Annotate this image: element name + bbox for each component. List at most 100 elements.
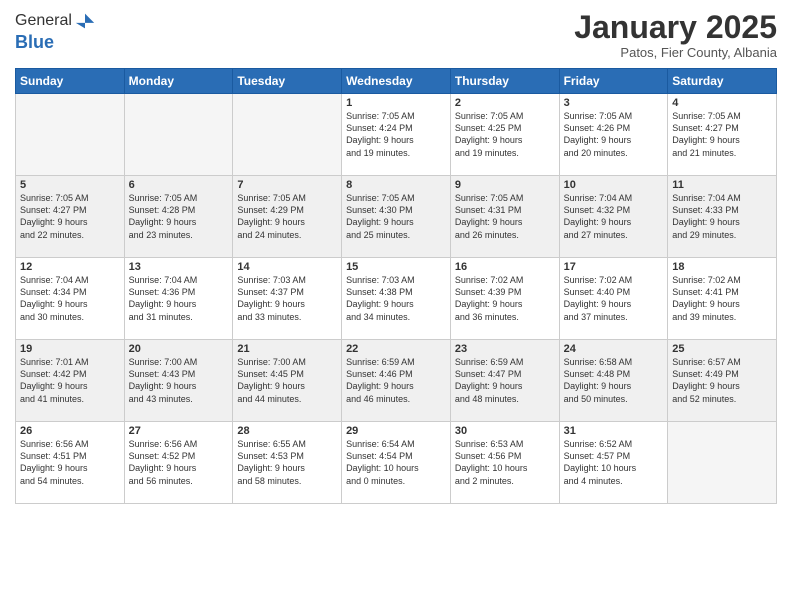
day-number: 22: [346, 343, 446, 355]
day-number: 28: [237, 425, 337, 437]
day-info: Sunrise: 7:05 AM Sunset: 4:27 PM Dayligh…: [20, 192, 120, 241]
day-info: Sunrise: 7:00 AM Sunset: 4:43 PM Dayligh…: [129, 356, 229, 405]
day-number: 31: [564, 425, 664, 437]
calendar-week-row: 19Sunrise: 7:01 AM Sunset: 4:42 PM Dayli…: [16, 340, 777, 422]
day-number: 3: [564, 97, 664, 109]
calendar-cell: 26Sunrise: 6:56 AM Sunset: 4:51 PM Dayli…: [16, 422, 125, 504]
day-info: Sunrise: 7:00 AM Sunset: 4:45 PM Dayligh…: [237, 356, 337, 405]
calendar-cell: 24Sunrise: 6:58 AM Sunset: 4:48 PM Dayli…: [559, 340, 668, 422]
day-number: 16: [455, 261, 555, 273]
logo: General Blue: [15, 10, 96, 53]
calendar-cell: 31Sunrise: 6:52 AM Sunset: 4:57 PM Dayli…: [559, 422, 668, 504]
calendar-cell: 21Sunrise: 7:00 AM Sunset: 4:45 PM Dayli…: [233, 340, 342, 422]
calendar-week-row: 1Sunrise: 7:05 AM Sunset: 4:24 PM Daylig…: [16, 94, 777, 176]
day-number: 26: [20, 425, 120, 437]
calendar-cell: 9Sunrise: 7:05 AM Sunset: 4:31 PM Daylig…: [450, 176, 559, 258]
calendar-week-row: 12Sunrise: 7:04 AM Sunset: 4:34 PM Dayli…: [16, 258, 777, 340]
calendar-cell: 4Sunrise: 7:05 AM Sunset: 4:27 PM Daylig…: [668, 94, 777, 176]
day-number: 23: [455, 343, 555, 355]
calendar-cell: [668, 422, 777, 504]
day-info: Sunrise: 6:53 AM Sunset: 4:56 PM Dayligh…: [455, 438, 555, 487]
calendar-page: General Blue January 2025 Patos, Fier Co…: [0, 0, 792, 612]
calendar-cell: 22Sunrise: 6:59 AM Sunset: 4:46 PM Dayli…: [342, 340, 451, 422]
day-number: 10: [564, 179, 664, 191]
header-tuesday: Tuesday: [233, 69, 342, 94]
day-number: 30: [455, 425, 555, 437]
calendar-cell: 23Sunrise: 6:59 AM Sunset: 4:47 PM Dayli…: [450, 340, 559, 422]
day-info: Sunrise: 6:56 AM Sunset: 4:51 PM Dayligh…: [20, 438, 120, 487]
day-info: Sunrise: 6:57 AM Sunset: 4:49 PM Dayligh…: [672, 356, 772, 405]
day-number: 13: [129, 261, 229, 273]
calendar-cell: 14Sunrise: 7:03 AM Sunset: 4:37 PM Dayli…: [233, 258, 342, 340]
header-thursday: Thursday: [450, 69, 559, 94]
calendar-cell: 25Sunrise: 6:57 AM Sunset: 4:49 PM Dayli…: [668, 340, 777, 422]
day-info: Sunrise: 6:52 AM Sunset: 4:57 PM Dayligh…: [564, 438, 664, 487]
day-info: Sunrise: 6:58 AM Sunset: 4:48 PM Dayligh…: [564, 356, 664, 405]
calendar-cell: 17Sunrise: 7:02 AM Sunset: 4:40 PM Dayli…: [559, 258, 668, 340]
calendar-cell: 11Sunrise: 7:04 AM Sunset: 4:33 PM Dayli…: [668, 176, 777, 258]
calendar-cell: 3Sunrise: 7:05 AM Sunset: 4:26 PM Daylig…: [559, 94, 668, 176]
day-number: 15: [346, 261, 446, 273]
calendar-cell: 28Sunrise: 6:55 AM Sunset: 4:53 PM Dayli…: [233, 422, 342, 504]
day-info: Sunrise: 7:01 AM Sunset: 4:42 PM Dayligh…: [20, 356, 120, 405]
header-saturday: Saturday: [668, 69, 777, 94]
day-info: Sunrise: 7:05 AM Sunset: 4:24 PM Dayligh…: [346, 110, 446, 159]
day-number: 24: [564, 343, 664, 355]
day-info: Sunrise: 7:03 AM Sunset: 4:37 PM Dayligh…: [237, 274, 337, 323]
calendar-cell: 30Sunrise: 6:53 AM Sunset: 4:56 PM Dayli…: [450, 422, 559, 504]
day-number: 8: [346, 179, 446, 191]
day-info: Sunrise: 7:04 AM Sunset: 4:34 PM Dayligh…: [20, 274, 120, 323]
day-info: Sunrise: 7:04 AM Sunset: 4:36 PM Dayligh…: [129, 274, 229, 323]
day-number: 18: [672, 261, 772, 273]
day-info: Sunrise: 7:05 AM Sunset: 4:29 PM Dayligh…: [237, 192, 337, 241]
calendar-cell: 15Sunrise: 7:03 AM Sunset: 4:38 PM Dayli…: [342, 258, 451, 340]
day-number: 12: [20, 261, 120, 273]
day-number: 25: [672, 343, 772, 355]
calendar-cell: [124, 94, 233, 176]
calendar-week-row: 5Sunrise: 7:05 AM Sunset: 4:27 PM Daylig…: [16, 176, 777, 258]
day-number: 6: [129, 179, 229, 191]
day-number: 4: [672, 97, 772, 109]
calendar-cell: 5Sunrise: 7:05 AM Sunset: 4:27 PM Daylig…: [16, 176, 125, 258]
day-number: 20: [129, 343, 229, 355]
header-wednesday: Wednesday: [342, 69, 451, 94]
day-number: 14: [237, 261, 337, 273]
calendar-cell: 16Sunrise: 7:02 AM Sunset: 4:39 PM Dayli…: [450, 258, 559, 340]
day-info: Sunrise: 7:03 AM Sunset: 4:38 PM Dayligh…: [346, 274, 446, 323]
calendar-cell: [16, 94, 125, 176]
day-info: Sunrise: 7:02 AM Sunset: 4:40 PM Dayligh…: [564, 274, 664, 323]
day-info: Sunrise: 6:59 AM Sunset: 4:46 PM Dayligh…: [346, 356, 446, 405]
day-number: 7: [237, 179, 337, 191]
header-sunday: Sunday: [16, 69, 125, 94]
logo-general-text: General: [15, 12, 72, 30]
location-subtitle: Patos, Fier County, Albania: [574, 45, 777, 60]
day-info: Sunrise: 6:54 AM Sunset: 4:54 PM Dayligh…: [346, 438, 446, 487]
logo-blue-text: Blue: [15, 32, 54, 53]
day-info: Sunrise: 7:02 AM Sunset: 4:41 PM Dayligh…: [672, 274, 772, 323]
weekday-header-row: Sunday Monday Tuesday Wednesday Thursday…: [16, 69, 777, 94]
day-number: 27: [129, 425, 229, 437]
day-info: Sunrise: 7:05 AM Sunset: 4:30 PM Dayligh…: [346, 192, 446, 241]
day-info: Sunrise: 7:04 AM Sunset: 4:33 PM Dayligh…: [672, 192, 772, 241]
calendar-cell: 19Sunrise: 7:01 AM Sunset: 4:42 PM Dayli…: [16, 340, 125, 422]
logo-icon: [74, 10, 96, 32]
day-info: Sunrise: 6:56 AM Sunset: 4:52 PM Dayligh…: [129, 438, 229, 487]
day-number: 17: [564, 261, 664, 273]
day-number: 1: [346, 97, 446, 109]
calendar-cell: 10Sunrise: 7:04 AM Sunset: 4:32 PM Dayli…: [559, 176, 668, 258]
month-title: January 2025: [574, 10, 777, 45]
day-info: Sunrise: 6:55 AM Sunset: 4:53 PM Dayligh…: [237, 438, 337, 487]
day-info: Sunrise: 7:05 AM Sunset: 4:25 PM Dayligh…: [455, 110, 555, 159]
header: General Blue January 2025 Patos, Fier Co…: [15, 10, 777, 60]
calendar-cell: 6Sunrise: 7:05 AM Sunset: 4:28 PM Daylig…: [124, 176, 233, 258]
title-block: January 2025 Patos, Fier County, Albania: [574, 10, 777, 60]
day-number: 21: [237, 343, 337, 355]
calendar-cell: 12Sunrise: 7:04 AM Sunset: 4:34 PM Dayli…: [16, 258, 125, 340]
day-info: Sunrise: 6:59 AM Sunset: 4:47 PM Dayligh…: [455, 356, 555, 405]
day-info: Sunrise: 7:05 AM Sunset: 4:26 PM Dayligh…: [564, 110, 664, 159]
day-number: 29: [346, 425, 446, 437]
header-monday: Monday: [124, 69, 233, 94]
day-number: 11: [672, 179, 772, 191]
calendar-table: Sunday Monday Tuesday Wednesday Thursday…: [15, 68, 777, 504]
calendar-cell: 2Sunrise: 7:05 AM Sunset: 4:25 PM Daylig…: [450, 94, 559, 176]
